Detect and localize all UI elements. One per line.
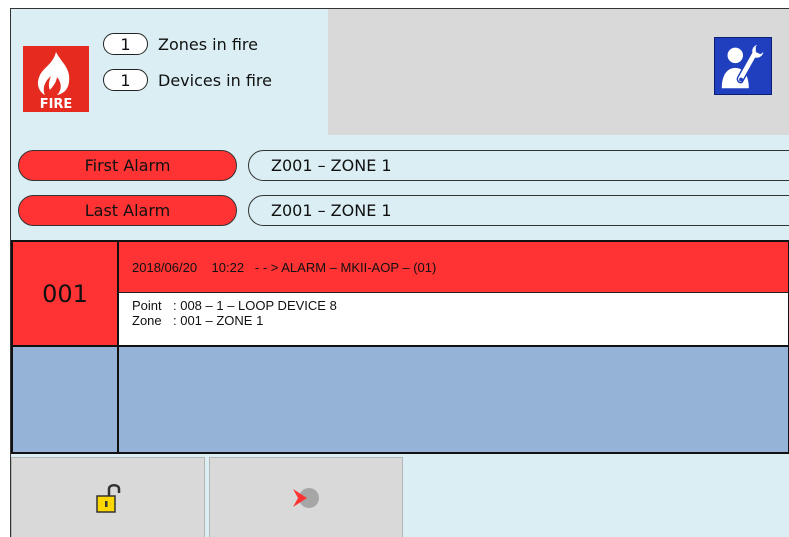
service-button[interactable] [714,37,772,95]
event-point-line: Point : 008 – 1 – LOOP DEVICE 8 [132,298,788,313]
fire-panel-screen: FIRE 1 Zones in fire 1 Devices in fire F… [10,8,789,537]
event-point-key: Point [132,298,162,313]
event-zone-value: : 001 – ZONE 1 [173,313,264,328]
devices-in-fire-count: 1 [103,69,148,91]
first-alarm-zone-field: Z001 – ZONE 1 [248,150,789,181]
silence-buzzer-icon [293,488,319,508]
padlock-open-icon [96,484,121,513]
zones-in-fire-count: 1 [103,33,148,55]
event-details[interactable]: Point : 008 – 1 – LOOP DEVICE 8 Zone : 0… [119,293,788,347]
event-point-value: : 008 – 1 – LOOP DEVICE 8 [173,298,337,313]
event-table: 001 2018/06/20 10:22 - - > ALARM – MKII-… [11,240,789,454]
empty-event-body [119,347,788,452]
unlock-button[interactable] [11,457,205,537]
last-alarm-button[interactable]: Last Alarm [18,195,237,226]
event-header[interactable]: 2018/06/20 10:22 - - > ALARM – MKII-AOP … [119,242,788,293]
last-alarm-zone-field: Z001 – ZONE 1 [248,195,789,226]
event-zone-line: Zone : 001 – ZONE 1 [132,313,788,328]
fire-icon-label: FIRE [40,97,73,112]
devices-in-fire-label: Devices in fire [158,70,272,90]
maintenance-wrench-person-icon [721,43,765,89]
devices-in-fire-row: 1 Devices in fire [103,68,272,92]
fire-icon: FIRE [23,46,89,112]
zones-in-fire-label: Zones in fire [158,34,258,54]
zones-in-fire-row: 1 Zones in fire [103,32,258,56]
empty-event-number [13,347,119,452]
first-alarm-button[interactable]: First Alarm [18,150,237,181]
event-number[interactable]: 001 [13,242,119,347]
silence-button[interactable] [209,457,403,537]
info-panel [328,9,789,135]
event-zone-key: Zone [132,313,162,328]
